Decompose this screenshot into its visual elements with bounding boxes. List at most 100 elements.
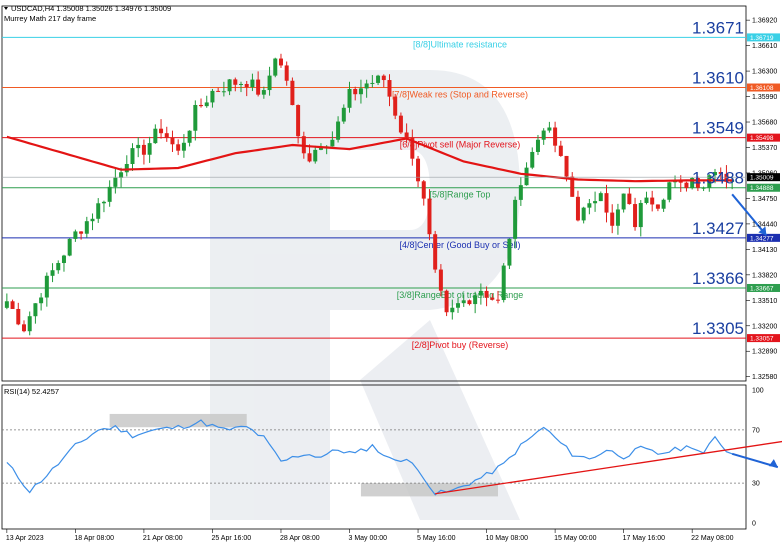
- candle-body: [113, 177, 118, 187]
- candle-body: [421, 181, 426, 199]
- price-tick-label: 1.34750: [752, 196, 777, 203]
- candle-body: [336, 121, 341, 140]
- level-big-label: 1.3610: [692, 69, 744, 88]
- candle-body: [433, 234, 438, 270]
- price-tick-label: 1.35370: [752, 145, 777, 152]
- candle-body: [79, 231, 84, 234]
- price-tick-label: 1.33200: [752, 323, 777, 330]
- candle-body: [176, 144, 181, 151]
- murrey-level-label: [8/8]Ultimate resistance: [413, 39, 507, 49]
- candle-body: [398, 115, 403, 133]
- candle-body: [621, 193, 626, 210]
- level-big-label: 1.3671: [692, 18, 744, 37]
- murrey-level-label: [7/8]Weak res (Stop and Reverse): [392, 90, 528, 100]
- candle-body: [381, 75, 386, 81]
- candle-body: [39, 297, 44, 304]
- candle-body: [141, 144, 146, 155]
- candle-body: [50, 270, 55, 276]
- candle-body: [450, 307, 455, 313]
- time-tick-label: 17 May 16:00: [623, 535, 666, 542]
- price-tick-label: 1.32580: [752, 374, 777, 381]
- candle-body: [358, 88, 363, 95]
- candle-body: [170, 138, 175, 145]
- level-big-label: 1.3488: [692, 169, 744, 188]
- price-tick-label: 1.33820: [752, 272, 777, 279]
- candle-body: [96, 203, 101, 219]
- candle-body: [370, 82, 375, 84]
- candle-body: [84, 221, 89, 234]
- price-tick-label: 1.36920: [752, 18, 777, 25]
- time-tick-label: 10 May 08:00: [486, 535, 529, 542]
- candle-body: [667, 182, 672, 200]
- candle-body: [107, 186, 112, 202]
- candle-body: [278, 58, 283, 66]
- candle-body: [159, 128, 164, 134]
- candle-body: [524, 167, 529, 186]
- candle-body: [313, 149, 318, 162]
- price-tag-label: 1.36719: [750, 35, 774, 42]
- candle-body: [16, 308, 21, 325]
- candle-body: [438, 269, 443, 291]
- price-tick-label: 1.35060: [752, 170, 777, 177]
- candle-body: [221, 91, 226, 93]
- candle-body: [341, 107, 346, 122]
- candle-body: [204, 102, 209, 107]
- candle-body: [27, 316, 32, 332]
- candle-body: [73, 231, 78, 239]
- candle-body: [307, 153, 312, 162]
- candle-body: [473, 295, 478, 305]
- murrey-level-label: [2/8]Pivot buy (Reverse): [412, 340, 509, 350]
- symbol-line: USDCAD,H4 1.35008 1.35026 1.34976 1.3500…: [11, 4, 171, 13]
- candle-body: [518, 185, 523, 200]
- candle-body: [495, 299, 500, 301]
- candle-body: [153, 128, 158, 144]
- candle-body: [598, 193, 603, 202]
- candle-body: [216, 90, 221, 92]
- candle-body: [136, 144, 141, 149]
- price-tick-label: 1.35990: [752, 94, 777, 101]
- candle-body: [296, 105, 301, 137]
- candle-body: [650, 197, 655, 205]
- price-tag-label: 1.35498: [750, 135, 774, 142]
- candle-body: [67, 238, 72, 256]
- candle-body: [267, 75, 272, 91]
- candle-body: [581, 207, 586, 221]
- price-tick-label: 1.32890: [752, 349, 777, 356]
- candle-body: [587, 203, 592, 208]
- candle-body: [193, 104, 198, 131]
- candle-body: [284, 65, 289, 81]
- price-tick-label: 1.34130: [752, 247, 777, 254]
- candle-body: [250, 79, 255, 88]
- candle-body: [233, 79, 238, 85]
- candle-body: [644, 197, 649, 203]
- price-tick-label: 1.34440: [752, 221, 777, 228]
- time-tick-label: 25 Apr 16:00: [211, 535, 251, 542]
- time-tick-label: 22 May 08:00: [691, 535, 734, 542]
- candle-body: [147, 143, 152, 155]
- murrey-level-label: [5/8]Range Top: [430, 190, 491, 200]
- candle-body: [490, 297, 495, 300]
- candle-body: [376, 75, 381, 83]
- candle-body: [444, 290, 449, 313]
- candle-body: [684, 182, 689, 189]
- candle-body: [10, 301, 15, 309]
- candle-body: [564, 155, 569, 177]
- candle-body: [290, 80, 295, 106]
- price-tag-label: 1.36108: [750, 85, 774, 92]
- murrey-level-label: [6/8]Pivot sell (Major Reverse): [400, 140, 521, 150]
- candle-body: [461, 300, 466, 304]
- price-tick-label: 1.35680: [752, 120, 777, 127]
- chart-canvas: [8/8]Ultimate resistance 1.36719 [7/8]Weak…: [0, 0, 782, 544]
- candle-body: [330, 139, 335, 147]
- candle-body: [456, 303, 461, 308]
- candle-body: [404, 132, 409, 138]
- candle-body: [558, 145, 563, 156]
- candle-body: [181, 142, 186, 151]
- candle-body: [61, 255, 66, 264]
- candle-body: [124, 164, 129, 173]
- candle-body: [4, 301, 9, 308]
- candle-body: [273, 58, 278, 76]
- candle-body: [593, 201, 598, 204]
- candle-body: [199, 104, 204, 107]
- candle-body: [575, 196, 580, 221]
